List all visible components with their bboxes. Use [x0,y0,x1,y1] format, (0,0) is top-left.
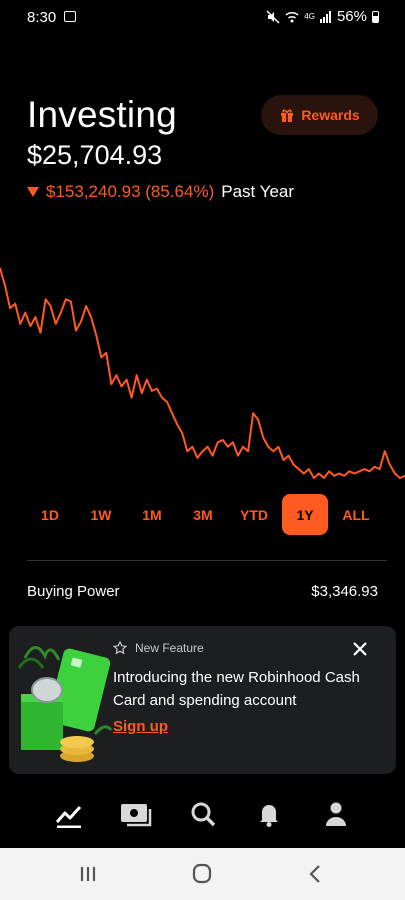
status-icons: 4G 56% [266,8,379,25]
close-icon [353,642,367,656]
system-navigation-bar [0,848,405,900]
nav-account[interactable] [319,800,353,830]
range-1y[interactable]: 1Y [282,494,328,535]
cash-card-icon [121,804,152,827]
signal-icon [319,10,331,23]
gift-icon [281,109,294,122]
time-range-selector: 1D 1W 1M 3M YTD 1Y ALL [0,494,405,536]
range-1m[interactable]: 1M [129,494,175,535]
home-button[interactable] [187,861,217,887]
star-outline-icon [113,641,127,655]
divider [27,560,387,561]
range-1d[interactable]: 1D [27,494,73,535]
wifi-icon [285,11,299,22]
status-bar: 8:30 4G 56% [0,0,405,36]
promo-headline: Introducing the new Robinhood Cash Card … [113,669,360,709]
sign-up-link[interactable]: Sign up [113,718,168,735]
portfolio-change: $153,240.93 (85.64%) Past Year [27,182,294,202]
back-button[interactable] [301,861,331,887]
range-1w[interactable]: 1W [78,494,124,535]
battery-icon [372,10,379,23]
nav-notifications[interactable] [252,800,286,830]
nav-search[interactable] [186,800,220,830]
page-title: Investing [27,94,177,135]
promo-card[interactable]: New Feature Introducing the new Robinhoo… [9,626,396,774]
status-time: 8:30 [27,9,57,26]
new-feature-label: New Feature [135,641,204,655]
mute-icon [266,9,280,24]
portfolio-chart[interactable] [0,260,405,490]
change-amount: $153,240.93 (85.64%) [46,182,215,201]
chart-series-line [0,267,405,479]
cash-card-illustration-icon [17,646,113,762]
gallery-notification-icon [64,11,76,22]
home-icon [192,863,212,884]
recent-apps-button[interactable] [73,861,103,887]
range-ytd[interactable]: YTD [231,494,277,535]
change-period: Past Year [221,182,295,201]
investing-chart-icon [55,805,82,829]
new-feature-badge: New Feature [113,641,204,655]
nav-investing[interactable] [52,800,86,830]
down-arrow-icon [27,187,39,197]
rewards-label: Rewards [301,107,360,123]
rewards-button[interactable]: Rewards [261,95,378,135]
buying-power-label[interactable]: Buying Power [27,583,120,600]
range-all[interactable]: ALL [333,494,379,535]
buying-power-value[interactable]: $3,346.93 [311,583,378,600]
nav-cash-card[interactable] [119,800,153,830]
portfolio-balance: $25,704.93 [27,140,163,170]
battery-percent: 56% [336,8,367,25]
close-promo-button[interactable] [349,638,371,660]
bottom-nav [0,790,405,842]
notifications-bell-icon [260,805,278,827]
recent-apps-icon [80,867,96,881]
range-3m[interactable]: 3M [180,494,226,535]
search-icon [191,802,216,827]
back-chevron-icon [309,865,320,883]
account-person-icon [326,802,346,826]
network-type: 4G [304,12,315,21]
